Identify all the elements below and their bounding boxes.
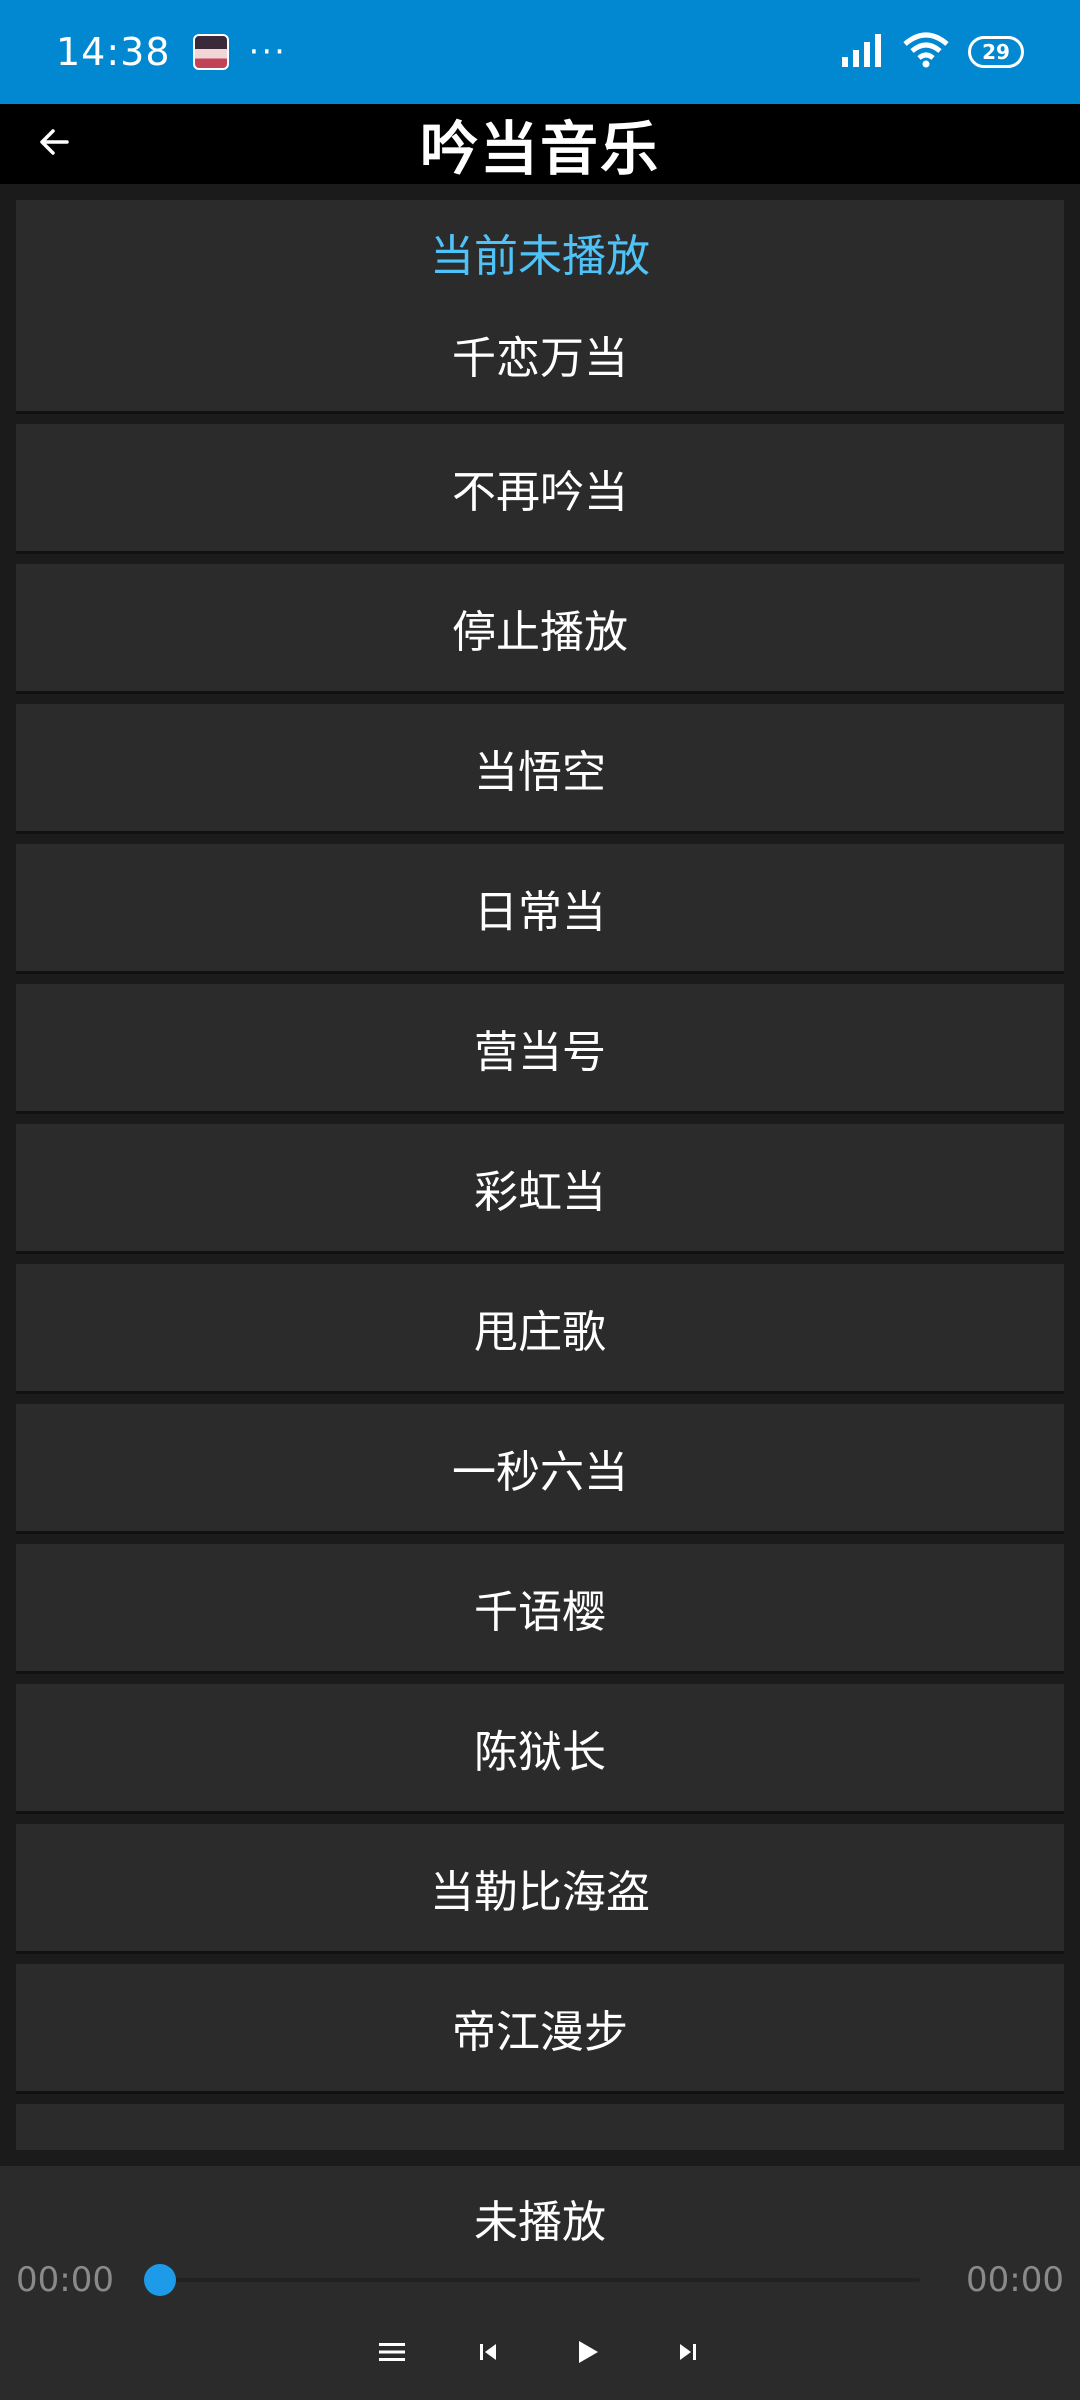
song-item[interactable]: 当悟空 [16,704,1064,834]
song-item[interactable]: 营当号 [16,984,1064,1114]
song-item[interactable]: 甩庄歌 [16,1264,1064,1394]
playlist-icon [379,2341,405,2367]
notification-avatar-icon [192,34,229,70]
play-icon [576,2339,600,2369]
song-item[interactable]: 帝江漫步 [16,1964,1064,2094]
player-song-title: 未播放 [474,2197,606,2248]
song-item[interactable]: 陈狱长 [16,1684,1064,1814]
previous-button[interactable] [460,2326,516,2382]
status-time: 14:38 [56,30,171,74]
play-button[interactable] [560,2326,616,2382]
song-list[interactable]: 当前未播放 千恋万当 不再吟当 停止播放 当悟空 日常当 营当号 彩虹当 甩庄歌… [0,184,1080,2150]
more-notifications-icon: ··· [248,32,287,72]
song-item[interactable]: 彩虹当 [16,1124,1064,1254]
song-title: 当悟空 [474,746,606,798]
battery-level: 29 [982,40,1010,64]
signal-icon [840,33,884,71]
back-button[interactable] [28,118,80,170]
total-time: 00:00 [966,2260,1064,2300]
song-item[interactable]: 千语樱 [16,1544,1064,1674]
song-item[interactable]: 一秒六当 [16,1404,1064,1534]
skip-next-icon [678,2342,698,2366]
song-title: 停止播放 [452,606,628,658]
song-item[interactable]: 日常当 [16,844,1064,974]
page-title: 吟当音乐 [419,115,660,183]
next-button[interactable] [660,2326,716,2382]
song-item[interactable] [16,2104,1064,2150]
status-icons: 29 [840,32,1024,72]
current-time: 00:00 [16,2260,114,2300]
playlist-button[interactable] [364,2326,420,2382]
song-title: 不再吟当 [452,466,628,518]
song-title: 帝江漫步 [452,2006,628,2058]
song-item[interactable]: 不再吟当 [16,424,1064,554]
now-playing-card[interactable]: 当前未播放 千恋万当 [16,200,1064,414]
now-playing-status: 当前未播放 [430,231,650,282]
song-title: 千恋万当 [452,333,628,384]
song-title: 陈狱长 [474,1726,606,1778]
song-title: 彩虹当 [474,1166,606,1218]
playback-controls [0,2326,1080,2382]
song-item[interactable]: 停止播放 [16,564,1064,694]
song-title: 一秒六当 [452,1446,628,1498]
status-bar: 14:38 ··· 29 [0,0,1080,104]
song-title: 千语樱 [474,1586,606,1638]
player-bar: 未播放 00:00 00:00 [0,2166,1080,2400]
song-title: 甩庄歌 [474,1306,606,1358]
seek-bar[interactable] [160,2278,920,2282]
wifi-icon [902,32,950,72]
song-title: 日常当 [474,886,606,938]
seek-thumb[interactable] [144,2264,176,2296]
song-item[interactable]: 当勒比海盗 [16,1824,1064,1954]
song-title: 当勒比海盗 [430,1866,650,1918]
song-title: 营当号 [474,1026,606,1078]
app-bar: 吟当音乐 [0,104,1080,184]
back-arrow-icon [39,127,69,161]
battery-icon: 29 [968,36,1024,68]
skip-previous-icon [478,2342,498,2366]
